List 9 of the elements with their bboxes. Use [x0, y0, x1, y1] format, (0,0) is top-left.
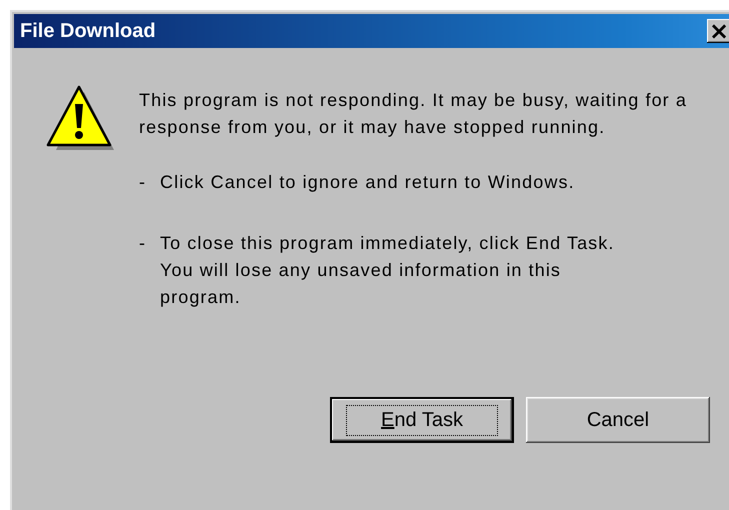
message-text: This program is not responding. It may be busy, waiting for a response from you, or it may have stopped running.: [139, 89, 687, 139]
window-title: File Download: [20, 20, 157, 42]
cancel-button[interactable]: Cancel: [526, 397, 710, 443]
bullet-dash: -: [139, 232, 148, 255]
bullet-dash: -: [139, 171, 148, 194]
bullet-text: Click Cancel to ignore and return to Windows.: [160, 171, 575, 194]
close-button[interactable]: ×: [707, 19, 729, 43]
end-task-button[interactable]: End Task: [330, 397, 514, 443]
bullet-text: To close this program immediately, click End Task. You will lose any unsaved information in this program.: [160, 232, 616, 309]
